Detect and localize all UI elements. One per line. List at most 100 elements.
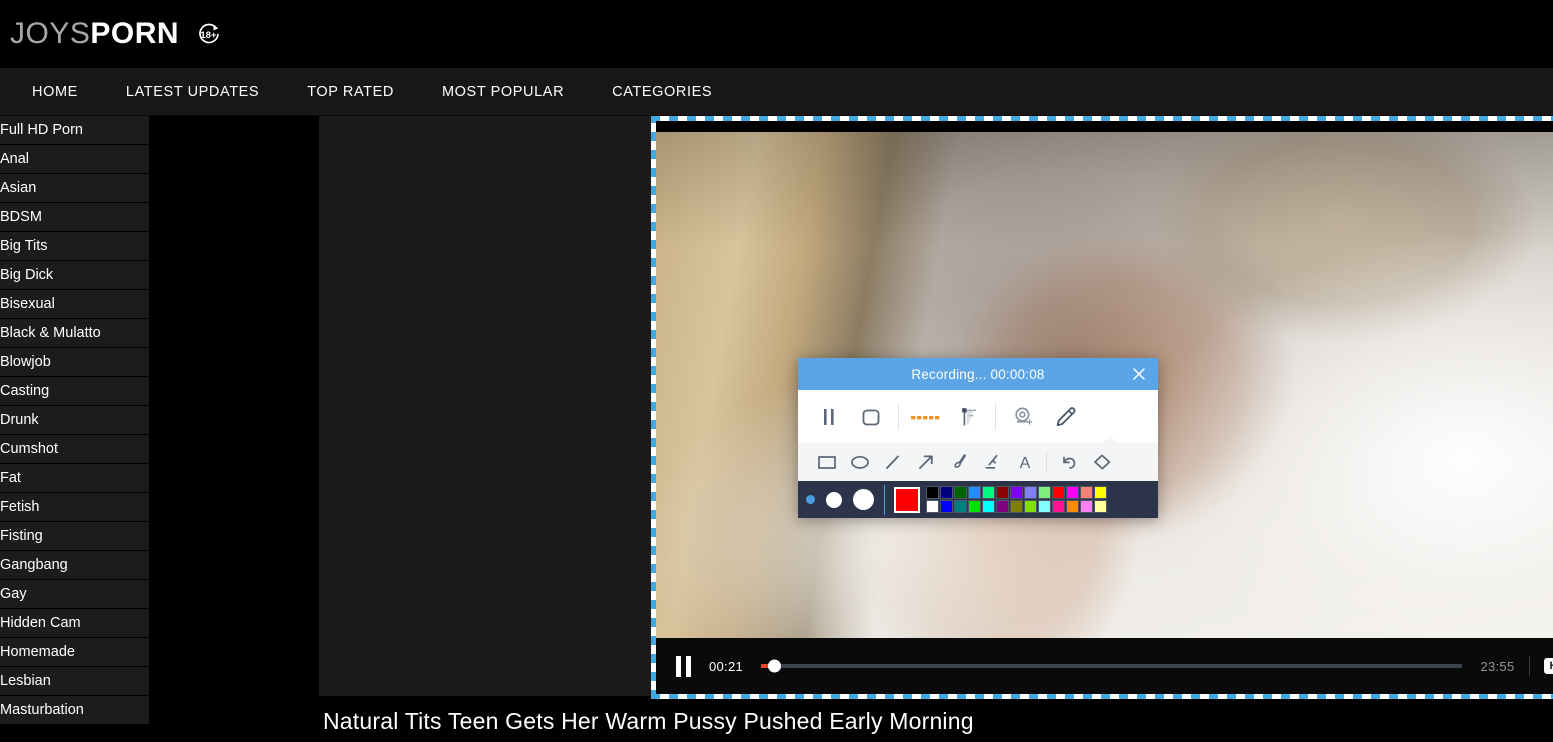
sidebar-item-label: Gay — [0, 586, 27, 602]
color-swatch[interactable] — [1094, 486, 1107, 499]
highlighter-tool[interactable] — [975, 446, 1008, 478]
sidebar-item[interactable]: Masturbation — [0, 696, 149, 725]
audio-level-button[interactable] — [905, 396, 947, 438]
color-swatch[interactable] — [1024, 486, 1037, 499]
sidebar-item[interactable]: Black & Mulatto — [0, 319, 149, 348]
sidebar-item-label: Big Tits — [0, 238, 48, 254]
toolbar-divider — [995, 403, 996, 430]
nav-item-categories[interactable]: CATEGORIES — [588, 68, 736, 116]
line-icon — [885, 455, 899, 469]
brush-size-large[interactable] — [853, 489, 874, 510]
color-swatch[interactable] — [968, 500, 981, 513]
sidebar-item[interactable]: Hidden Cam — [0, 609, 149, 638]
sidebar-item[interactable]: Blowjob — [0, 348, 149, 377]
color-swatch[interactable] — [1066, 500, 1079, 513]
color-swatch[interactable] — [1052, 500, 1065, 513]
draw-divider — [1046, 452, 1047, 472]
duration: 23:55 — [1480, 658, 1515, 674]
rectangle-icon — [817, 456, 836, 469]
player-controls: 00:21 23:55 HD — [656, 638, 1553, 694]
nav-item-most-popular[interactable]: MOST POPULAR — [418, 68, 588, 116]
color-swatch[interactable] — [982, 486, 995, 499]
sidebar-item[interactable]: Big Tits — [0, 232, 149, 261]
sidebar-item[interactable]: Gay — [0, 580, 149, 609]
age-rating-icon: 18+ — [195, 20, 223, 48]
sidebar-item[interactable]: BDSM — [0, 203, 149, 232]
sidebar-item[interactable]: Drunk — [0, 406, 149, 435]
color-swatch[interactable] — [1080, 500, 1093, 513]
ellipse-tool[interactable] — [843, 446, 876, 478]
recorder-header: Recording... 00:00:08 — [798, 358, 1158, 390]
color-swatch[interactable] — [940, 500, 953, 513]
control-divider — [1528, 656, 1530, 676]
brush-size-medium[interactable] — [826, 491, 842, 508]
eraser-tool[interactable] — [1085, 446, 1118, 478]
color-swatch[interactable] — [926, 486, 939, 499]
color-swatch[interactable] — [1010, 486, 1023, 499]
recorder-color-palette — [798, 481, 1158, 518]
brush-tool[interactable] — [942, 446, 975, 478]
sidebar-item[interactable]: Lesbian — [0, 667, 149, 696]
pause-recording-button[interactable] — [808, 396, 850, 438]
color-swatch[interactable] — [1080, 486, 1093, 499]
progress-handle[interactable] — [767, 659, 781, 673]
nav-item-latest-updates[interactable]: LATEST UPDATES — [102, 68, 283, 116]
site-logo[interactable]: JOYSPORN — [10, 17, 179, 51]
color-swatch[interactable] — [926, 500, 939, 513]
annotate-button[interactable] — [1044, 396, 1086, 438]
sidebar-item[interactable]: Fetish — [0, 493, 149, 522]
stop-recording-button[interactable] — [850, 396, 892, 438]
color-swatch[interactable] — [1038, 486, 1051, 499]
logo-text-primary: JOYS — [10, 17, 91, 50]
screenshot-button[interactable] — [947, 396, 989, 438]
svg-text:A: A — [1019, 455, 1030, 472]
line-tool[interactable] — [876, 446, 909, 478]
color-swatch[interactable] — [1024, 500, 1037, 513]
nav-item-home[interactable]: HOME — [8, 68, 102, 116]
color-swatch[interactable] — [1094, 500, 1107, 513]
sidebar-item[interactable]: Fat — [0, 464, 149, 493]
close-icon[interactable] — [1130, 365, 1148, 383]
eraser-icon — [1093, 454, 1110, 470]
sidebar-item[interactable]: Full HD Porn — [0, 116, 149, 145]
sidebar-item-label: Big Dick — [0, 267, 54, 283]
sidebar-item[interactable]: Anal — [0, 145, 149, 174]
arrow-tool[interactable] — [909, 446, 942, 478]
rectangle-tool[interactable] — [810, 446, 843, 478]
color-swatch[interactable] — [1010, 500, 1023, 513]
sidebar-item[interactable]: Asian — [0, 174, 149, 203]
sidebar-item-label: Anal — [0, 151, 30, 167]
brush-size-small[interactable] — [806, 495, 815, 504]
color-swatch[interactable] — [1038, 500, 1051, 513]
toolbar-divider — [898, 403, 899, 430]
pause-icon — [676, 655, 691, 677]
color-swatch[interactable] — [940, 486, 953, 499]
page-body: Full HD Porn Anal Asian BDSM Big Tits Big Dic… — [0, 116, 1553, 742]
player-pause-button[interactable] — [676, 655, 691, 677]
flag-capture-icon — [962, 407, 976, 425]
undo-tool[interactable] — [1052, 446, 1085, 478]
webcam-button[interactable] — [1002, 396, 1044, 438]
current-color-swatch[interactable] — [894, 486, 920, 513]
color-swatch[interactable] — [996, 486, 1009, 499]
sidebar-item[interactable]: Casting — [0, 377, 149, 406]
sidebar-item[interactable]: Big Dick — [0, 261, 149, 290]
color-swatch[interactable] — [954, 486, 967, 499]
sidebar-item[interactable]: Cumshot — [0, 435, 149, 464]
quality-badge[interactable]: HD — [1543, 658, 1553, 674]
sidebar-item[interactable]: Fisting — [0, 522, 149, 551]
sidebar-item[interactable]: Bisexual — [0, 290, 149, 319]
sidebar-item[interactable]: Gangbang — [0, 551, 149, 580]
color-swatch[interactable] — [954, 500, 967, 513]
text-tool[interactable]: A — [1008, 446, 1041, 478]
color-swatch[interactable] — [968, 486, 981, 499]
color-swatch[interactable] — [1066, 486, 1079, 499]
sidebar-item[interactable]: Homemade — [0, 638, 149, 667]
sidebar-item-label: Hidden Cam — [0, 615, 81, 631]
color-swatch[interactable] — [996, 500, 1009, 513]
color-swatch[interactable] — [982, 500, 995, 513]
color-swatch[interactable] — [1052, 486, 1065, 499]
brush-icon — [954, 454, 966, 468]
progress-bar[interactable] — [761, 659, 1463, 673]
nav-item-top-rated[interactable]: TOP RATED — [283, 68, 418, 116]
